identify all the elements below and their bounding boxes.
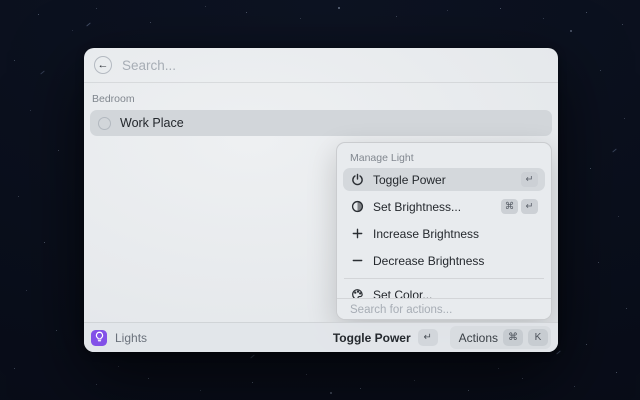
actions-button[interactable]: Actions ⌘ K — [450, 326, 551, 349]
power-icon — [350, 173, 364, 187]
action-menu-item-toggle-power[interactable]: Toggle Power ↵ — [343, 168, 545, 191]
palette-icon — [350, 288, 364, 299]
cmd-key-badge: ⌘ — [503, 329, 523, 346]
shortcut-key-badge: ↵ — [521, 199, 538, 214]
action-search-input[interactable]: Search for actions... — [350, 304, 452, 316]
search-bar: ← Search... — [84, 48, 558, 82]
action-menu-list: Manage Light Toggle Power ↵ Set Brightne… — [337, 143, 551, 298]
list-item-label: Work Place — [120, 116, 184, 130]
action-search-bar: Search for actions... — [337, 298, 551, 320]
app-name: Lights — [115, 331, 147, 345]
primary-action-button[interactable]: Toggle Power — [333, 331, 411, 345]
circle-outline-icon — [98, 117, 111, 130]
arrow-left-icon: ← — [98, 60, 109, 71]
divider — [84, 82, 558, 83]
command-palette-window: ← Search... Bedroom Work Place Manage Li… — [84, 48, 558, 352]
enter-key-badge: ↵ — [418, 329, 438, 346]
action-menu-popup: Manage Light Toggle Power ↵ Set Brightne… — [336, 142, 552, 320]
action-menu-item-decrease-brightness[interactable]: Decrease Brightness — [343, 249, 545, 272]
k-key-badge: K — [528, 329, 548, 346]
action-menu-header: Manage Light — [350, 152, 545, 164]
search-input[interactable]: Search... — [122, 58, 176, 73]
lights-app-icon — [91, 330, 107, 346]
shortcut-key-badge: ⌘ — [501, 199, 518, 214]
menu-separator — [344, 278, 544, 279]
section-label: Bedroom — [92, 93, 558, 105]
status-bar: Lights Toggle Power ↵ Actions ⌘ K — [84, 322, 558, 352]
app-chip: Lights — [91, 330, 147, 346]
brightness-circle-icon — [350, 200, 364, 214]
lightbulb-icon — [94, 329, 105, 347]
status-bar-actions: Toggle Power ↵ Actions ⌘ K — [333, 326, 551, 349]
back-button[interactable]: ← — [94, 56, 112, 74]
actions-button-label: Actions — [459, 331, 498, 345]
action-menu-item-set-color[interactable]: Set Color... — [343, 283, 545, 298]
minus-icon — [350, 254, 364, 268]
plus-icon — [350, 227, 364, 241]
action-menu-item-increase-brightness[interactable]: Increase Brightness — [343, 222, 545, 245]
action-menu-item-set-brightness[interactable]: Set Brightness... ⌘↵ — [343, 195, 545, 218]
list-item-work-place[interactable]: Work Place — [90, 110, 552, 136]
shortcut-key-badge: ↵ — [521, 172, 538, 187]
